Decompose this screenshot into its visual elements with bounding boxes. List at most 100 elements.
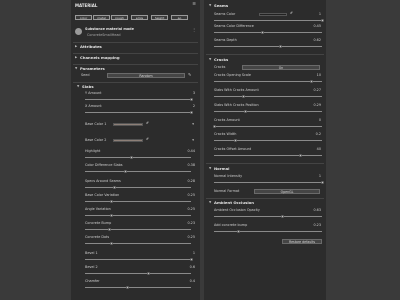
more-options-icon[interactable]: ⋮ bbox=[192, 28, 196, 32]
param-base-color-2-expand-icon[interactable]: ▾ bbox=[192, 138, 194, 142]
param-highlight-value: 0.44 bbox=[187, 149, 195, 153]
cracks-group-header-arrow-icon[interactable]: ▼ bbox=[209, 58, 211, 61]
seams-param-0-track bbox=[214, 20, 322, 21]
param-concrete-bump-track bbox=[85, 229, 191, 230]
cracks-param-1-label: Slabs With Cracks Amount bbox=[214, 88, 259, 92]
seams-group-header-arrow-icon[interactable]: ▼ bbox=[209, 4, 211, 7]
seams-group-header[interactable]: Seams bbox=[214, 4, 228, 8]
param-base-color-1-eyedropper-icon[interactable]: ✐ bbox=[146, 121, 149, 126]
channel-tag-emis[interactable]: emis bbox=[131, 15, 148, 20]
expand-arrow-icon[interactable]: ▶ bbox=[75, 56, 77, 59]
cracks-param-4-handle[interactable] bbox=[234, 139, 238, 142]
cracks-param-4-label: Cracks Width bbox=[214, 132, 237, 136]
ao-param-0-value: 0.63 bbox=[313, 208, 321, 212]
divider bbox=[73, 53, 198, 54]
param-base-color-2-eyedropper-icon[interactable]: ✐ bbox=[146, 137, 149, 142]
ao-param-0-handle[interactable] bbox=[280, 215, 284, 218]
cracks-param-0-label: Cracks Opening Scale bbox=[214, 73, 252, 77]
ao-param-1-label: Add concrete bump bbox=[214, 223, 248, 227]
divider bbox=[206, 54, 324, 55]
cracks-param-0-track bbox=[214, 81, 322, 82]
param-x-amount-handle[interactable] bbox=[189, 111, 193, 114]
ao-param-1-handle[interactable] bbox=[237, 230, 241, 233]
param-chamfer-handle[interactable] bbox=[125, 286, 129, 289]
cracks-param-2-handle[interactable] bbox=[243, 110, 247, 113]
param-base-color-1-expand-icon[interactable]: ▾ bbox=[192, 122, 194, 126]
restore-defaults-button[interactable]: Restore defaults bbox=[282, 239, 322, 244]
normal-group-header-arrow-icon[interactable]: ▼ bbox=[209, 167, 211, 170]
normal-group-header[interactable]: Normal bbox=[214, 167, 229, 171]
ambient-occlusion-group-header[interactable]: Ambient Occlusion bbox=[214, 201, 254, 205]
param-concrete-dots-handle[interactable] bbox=[110, 242, 113, 245]
collapse-arrow-icon[interactable]: ▼ bbox=[75, 67, 77, 70]
cracks-param-3-handle[interactable] bbox=[212, 125, 216, 128]
param-specs-around-seams-label: Specs Around Seams bbox=[85, 179, 121, 183]
param-y-amount-handle[interactable] bbox=[189, 98, 193, 101]
seams-param-1-handle[interactable] bbox=[261, 31, 265, 34]
seams-param-2-value: 0.62 bbox=[313, 38, 321, 42]
cracks-param-0-handle[interactable] bbox=[309, 80, 313, 83]
edit-icon[interactable]: ✎ bbox=[188, 73, 191, 77]
menu-icon[interactable]: ≡ bbox=[192, 2, 196, 8]
param-y-amount-value: 3 bbox=[192, 91, 195, 95]
param-x-amount-label: X Amount bbox=[85, 104, 102, 108]
param-base-color-2-swatch[interactable] bbox=[113, 139, 143, 142]
seams-param-0-value: 1 bbox=[318, 12, 321, 16]
param-angle-variation-value: 0.25 bbox=[187, 207, 195, 211]
parameters-section[interactable]: Parameters bbox=[80, 67, 105, 71]
normal-format-label: Normal Format bbox=[214, 189, 240, 193]
random-seed-button[interactable]: Random bbox=[107, 73, 185, 78]
channel-tag-ao[interactable]: ao bbox=[171, 15, 188, 20]
cracks-on-button[interactable]: On bbox=[242, 65, 320, 70]
channels-mapping-section[interactable]: Channels mapping bbox=[80, 56, 120, 60]
param-highlight-handle[interactable] bbox=[130, 156, 134, 159]
seams-param-0-eyedropper-icon[interactable]: ✐ bbox=[290, 11, 293, 16]
param-concrete-bump-label: Concrete Bump bbox=[85, 221, 112, 225]
param-base-color-variation-handle[interactable] bbox=[110, 200, 113, 203]
cracks-param-1-handle[interactable] bbox=[241, 95, 245, 98]
seams-param-0-handle[interactable] bbox=[320, 19, 324, 22]
param-y-amount-label: Y Amount bbox=[85, 91, 102, 95]
channel-tag-color[interactable]: color bbox=[75, 15, 92, 20]
normal-format-dropdown[interactable]: OpenGL bbox=[254, 189, 320, 194]
param-concrete-bump-handle[interactable] bbox=[107, 228, 111, 231]
slabs-group-header[interactable]: Slabs bbox=[82, 85, 94, 89]
cracks-param-3-track bbox=[214, 126, 322, 127]
param-bevel-1-handle[interactable] bbox=[189, 258, 193, 261]
param-specs-around-seams-handle[interactable] bbox=[113, 186, 117, 189]
cracks-param-3-label: Cracks Amount bbox=[214, 118, 240, 122]
param-bevel-2-value: 0.6 bbox=[189, 265, 195, 269]
normal-intensity-handle[interactable] bbox=[320, 181, 324, 184]
param-base-color-1-swatch[interactable] bbox=[113, 123, 143, 126]
channel-tag-rough[interactable]: rough bbox=[111, 15, 128, 20]
param-y-amount-track bbox=[85, 99, 191, 100]
seams-param-0-swatch[interactable] bbox=[259, 13, 287, 16]
divider bbox=[206, 198, 324, 199]
divider bbox=[73, 82, 198, 83]
seams-param-1-label: Seams Color Difference bbox=[214, 24, 254, 28]
param-specs-around-seams-value: 0.28 bbox=[187, 179, 195, 183]
material-thumbnail-icon bbox=[75, 28, 82, 35]
cracks-param-4-track bbox=[214, 140, 322, 141]
param-bevel-2-handle[interactable] bbox=[147, 272, 151, 275]
param-base-color-1-label: Base Color 1 bbox=[85, 122, 107, 126]
expand-arrow-icon[interactable]: ▶ bbox=[75, 45, 77, 48]
param-bevel-1-value: 1 bbox=[192, 251, 195, 255]
param-bevel-2-track bbox=[85, 273, 191, 274]
collapse-arrow-icon[interactable]: ▼ bbox=[77, 85, 79, 88]
param-angle-variation-handle[interactable] bbox=[110, 214, 113, 217]
param-color-difference-slabs-label: Color Difference Slabs bbox=[85, 163, 123, 167]
channel-tag-metal[interactable]: metal bbox=[93, 15, 110, 20]
param-concrete-dots-label: Concrete Dots bbox=[85, 235, 110, 239]
param-base-color-variation-track bbox=[85, 201, 191, 202]
attributes-section[interactable]: Attributes bbox=[80, 45, 102, 49]
param-color-difference-slabs-handle[interactable] bbox=[123, 170, 127, 173]
cracks-group-header[interactable]: Cracks bbox=[214, 58, 228, 62]
channel-tag-height[interactable]: height bbox=[151, 15, 168, 20]
material-name: Substance material mode bbox=[85, 27, 134, 31]
cracks-toggle-label: Cracks bbox=[214, 65, 226, 69]
cracks-param-5-handle[interactable] bbox=[298, 154, 302, 157]
normal-intensity-label: Normal Intensity bbox=[214, 174, 243, 178]
material-row[interactable]: Substance material mode ConcreteSmallHea… bbox=[71, 26, 200, 40]
ambient-occlusion-group-header-arrow-icon[interactable]: ▼ bbox=[209, 201, 211, 204]
